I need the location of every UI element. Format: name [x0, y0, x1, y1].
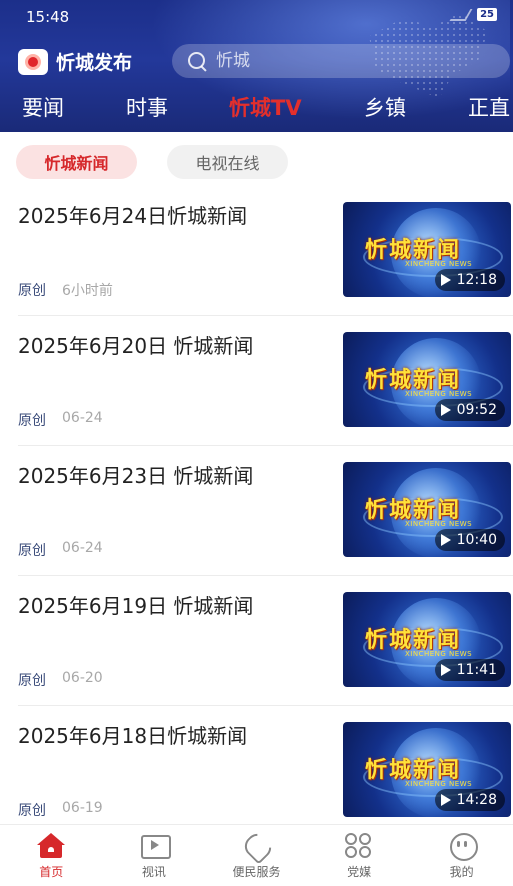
thumbnail-subtitle: XINCHENG NEWS — [405, 780, 473, 788]
news-time: 06-24 — [62, 540, 103, 556]
news-source: 原创 — [18, 413, 46, 429]
thumbnail-subtitle: XINCHENG NEWS — [405, 650, 473, 658]
play-icon — [440, 664, 451, 676]
tab-zhengzhi[interactable]: 正直 — [468, 92, 510, 122]
app-header: 15:48 25 忻城发布 要闻 时事 忻城TV 乡镇 正直 — [0, 0, 513, 132]
search-input[interactable] — [216, 51, 476, 71]
status-time: 15:48 — [26, 8, 70, 26]
play-icon — [440, 794, 451, 806]
news-title: 2025年6月23日 忻城新闻 — [18, 464, 254, 488]
news-source: 原创 — [18, 283, 46, 299]
play-icon — [440, 534, 451, 546]
news-source: 原创 — [18, 543, 46, 559]
news-meta: 原创 06-24 — [18, 540, 103, 560]
app-name: 忻城发布 — [56, 52, 133, 74]
nav-profile-label: 我的 — [449, 865, 474, 879]
news-meta: 原创 6小时前 — [18, 280, 113, 300]
nav-home-label: 首页 — [39, 865, 64, 879]
video-duration-badge: 10:40 — [434, 529, 505, 551]
thumbnail-subtitle: XINCHENG NEWS — [405, 390, 473, 398]
news-item[interactable]: 2025年6月18日忻城新闻 原创 06-19 忻城新闻 XINCHENG NE… — [0, 706, 513, 836]
nav-video[interactable]: 视讯 — [103, 825, 206, 886]
news-source: 原创 — [18, 803, 46, 819]
search-bar[interactable] — [172, 44, 510, 78]
grid-icon — [344, 833, 374, 859]
video-duration: 12:18 — [456, 272, 497, 288]
video-thumbnail[interactable]: 忻城新闻 XINCHENG NEWS 12:18 — [343, 202, 511, 297]
news-time: 6小时前 — [62, 283, 113, 299]
nav-party-media[interactable]: 党媒 — [308, 825, 411, 886]
tab-shishi[interactable]: 时事 — [126, 92, 168, 122]
news-item[interactable]: 2025年6月23日 忻城新闻 原创 06-24 忻城新闻 XINCHENG N… — [0, 446, 513, 576]
video-duration: 09:52 — [456, 402, 497, 418]
subtab-tv-online[interactable]: 电视在线 — [167, 145, 288, 179]
bottom-nav: 首页 视讯 便民服务 党媒 我的 — [0, 824, 513, 886]
news-item[interactable]: 2025年6月19日 忻城新闻 原创 06-20 忻城新闻 XINCHENG N… — [0, 576, 513, 706]
video-duration: 10:40 — [456, 532, 497, 548]
nav-video-label: 视讯 — [141, 865, 166, 879]
news-meta: 原创 06-24 — [18, 410, 103, 430]
nav-party-media-label: 党媒 — [347, 865, 372, 879]
news-source: 原创 — [18, 673, 46, 689]
nav-profile[interactable]: 我的 — [410, 825, 513, 886]
video-thumbnail[interactable]: 忻城新闻 XINCHENG NEWS 09:52 — [343, 332, 511, 427]
subtab-xincheng-news[interactable]: 忻城新闻 — [16, 145, 137, 179]
tab-yaowen[interactable]: 要闻 — [22, 92, 64, 122]
news-title: 2025年6月20日 忻城新闻 — [18, 334, 254, 358]
tab-xinchengtv[interactable]: 忻城TV — [229, 92, 302, 122]
tab-xiangzhen[interactable]: 乡镇 — [364, 92, 406, 122]
news-meta: 原创 06-19 — [18, 800, 103, 820]
search-icon — [186, 50, 208, 72]
news-time: 06-20 — [62, 670, 103, 686]
status-icons: 25 — [449, 8, 497, 21]
signal-icon — [449, 8, 473, 21]
news-title: 2025年6月18日忻城新闻 — [18, 724, 248, 748]
video-duration: 14:28 — [456, 792, 497, 808]
play-icon — [440, 274, 451, 286]
app-logo-icon — [18, 48, 48, 75]
video-thumbnail[interactable]: 忻城新闻 XINCHENG NEWS 14:28 — [343, 722, 511, 817]
nav-services-label: 便民服务 — [232, 865, 281, 879]
news-title: 2025年6月24日忻城新闻 — [18, 204, 248, 228]
video-duration-badge: 12:18 — [434, 269, 505, 291]
news-title: 2025年6月19日 忻城新闻 — [18, 594, 254, 618]
news-item[interactable]: 2025年6月24日忻城新闻 原创 6小时前 忻城新闻 XINCHENG NEW… — [0, 186, 513, 316]
video-thumbnail[interactable]: 忻城新闻 XINCHENG NEWS 10:40 — [343, 462, 511, 557]
news-meta: 原创 06-20 — [18, 670, 103, 690]
video-duration-badge: 14:28 — [434, 789, 505, 811]
play-icon — [440, 404, 451, 416]
battery-icon: 25 — [477, 8, 497, 21]
news-time: 06-19 — [62, 800, 103, 816]
home-icon — [36, 833, 66, 859]
video-duration: 11:41 — [456, 662, 497, 678]
news-time: 06-24 — [62, 410, 103, 426]
thumbnail-subtitle: XINCHENG NEWS — [405, 260, 473, 268]
brand: 忻城发布 — [18, 48, 132, 75]
thumbnail-subtitle: XINCHENG NEWS — [405, 520, 473, 528]
sub-tabs: 忻城新闻 电视在线 — [0, 145, 513, 181]
video-duration-badge: 09:52 — [434, 399, 505, 421]
status-bar: 15:48 25 — [0, 0, 513, 34]
video-icon — [139, 833, 171, 859]
news-item[interactable]: 2025年6月20日 忻城新闻 原创 06-24 忻城新闻 XINCHENG N… — [0, 316, 513, 446]
nav-home[interactable]: 首页 — [0, 825, 103, 886]
service-heart-icon — [241, 833, 271, 859]
video-thumbnail[interactable]: 忻城新闻 XINCHENG NEWS 11:41 — [343, 592, 511, 687]
top-nav-tabs: 要闻 时事 忻城TV 乡镇 正直 — [0, 92, 513, 128]
profile-smile-icon — [447, 833, 478, 861]
nav-services[interactable]: 便民服务 — [205, 825, 308, 886]
video-duration-badge: 11:41 — [434, 659, 505, 681]
